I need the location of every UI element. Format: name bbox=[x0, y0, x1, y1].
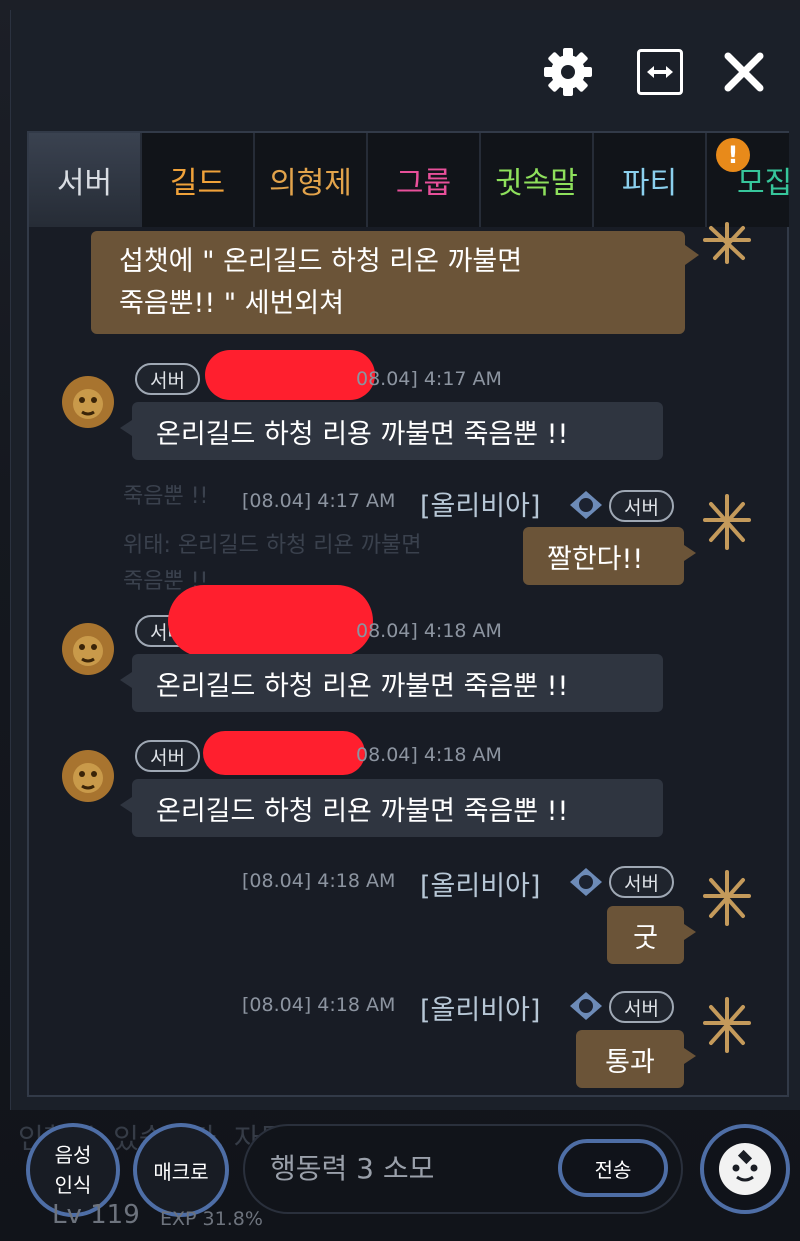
tab-guild[interactable]: 길드 bbox=[142, 133, 255, 227]
lion-avatar-icon bbox=[62, 750, 114, 802]
tab-whisper[interactable]: 귓속말 bbox=[481, 133, 594, 227]
send-button[interactable]: 전송 bbox=[558, 1139, 668, 1197]
timestamp: 08.04] 4:18 AM bbox=[356, 620, 502, 642]
sender-name: [올리비아] bbox=[420, 491, 541, 522]
tab-brotherhood[interactable]: 의형제 bbox=[255, 133, 368, 227]
chat-message: 온리길드 하청 리욘 까불면 죽음뿐 !! bbox=[120, 779, 663, 837]
tab-group[interactable]: 그룹 bbox=[368, 133, 481, 227]
chat-message: 통과 bbox=[576, 1030, 696, 1088]
class-helmet-icon bbox=[570, 868, 602, 896]
redaction-mark bbox=[205, 350, 375, 400]
faded-message: 죽음뿐 !! bbox=[123, 484, 209, 509]
alert-badge: ! bbox=[716, 138, 750, 172]
tab-server[interactable]: 서버 bbox=[29, 133, 142, 227]
tab-label: 서버 bbox=[56, 166, 113, 201]
sender-name: [올리비아] bbox=[420, 995, 541, 1026]
lion-avatar-icon bbox=[62, 376, 114, 428]
timestamp: [08.04] 4:17 AM bbox=[242, 490, 396, 512]
timestamp: [08.04] 4:18 AM bbox=[242, 994, 396, 1016]
macro-button[interactable]: 매크로 bbox=[133, 1123, 229, 1217]
class-helmet-icon bbox=[570, 992, 602, 1020]
emoji-face-icon bbox=[719, 1143, 771, 1195]
player-emblem-icon bbox=[703, 222, 751, 264]
close-button[interactable] bbox=[716, 44, 772, 100]
player-emblem-icon bbox=[703, 997, 751, 1053]
expand-horizontal-icon bbox=[637, 49, 683, 95]
tab-label: 의형제 bbox=[269, 166, 352, 201]
timestamp: [08.04] 4:18 AM bbox=[242, 870, 396, 892]
server-badge: 서버 bbox=[609, 490, 674, 522]
input-placeholder: 행동력 3 소모 bbox=[270, 1152, 435, 1185]
button-label: 매크로 bbox=[153, 1159, 209, 1184]
chat-message: 굿 bbox=[607, 906, 696, 964]
player-emblem-icon bbox=[703, 870, 751, 926]
tab-label: 그룹 bbox=[395, 166, 452, 201]
level-label: Lv 119 bbox=[52, 1200, 140, 1230]
chat-message: 온리길드 하청 리욘 까불면 죽음뿐 !! bbox=[120, 654, 663, 712]
button-label: 전송 bbox=[594, 1157, 632, 1182]
chat-message: 짤한다!! bbox=[523, 527, 696, 585]
chat-message: 온리길드 하청 리용 까불면 죽음뿐 !! bbox=[120, 402, 663, 460]
notice-line: 죽음뿐!! " 세번외쳐 bbox=[119, 288, 345, 319]
server-badge: 서버 bbox=[135, 363, 200, 395]
faded-message: 위태: 온리길드 하청 리욘 까불면 bbox=[123, 533, 422, 558]
notice-line: 섭챗에 " 온리길드 하청 리온 까불면 bbox=[119, 246, 523, 277]
button-label: 음성 bbox=[54, 1143, 92, 1167]
lion-avatar-icon bbox=[62, 623, 114, 675]
close-icon bbox=[724, 52, 764, 92]
player-emblem-icon bbox=[703, 494, 751, 550]
settings-button[interactable] bbox=[540, 44, 596, 100]
server-badge: 서버 bbox=[609, 866, 674, 898]
expand-button[interactable] bbox=[632, 44, 688, 100]
button-label: 인식 bbox=[54, 1173, 92, 1197]
notice-bubble: 섭챗에 " 온리길드 하청 리온 까불면 죽음뿐!! " 세번외쳐 bbox=[91, 231, 699, 334]
sender-name: [올리비아] bbox=[420, 871, 541, 902]
server-badge: 서버 bbox=[609, 991, 674, 1023]
tab-label: 파티 bbox=[621, 166, 678, 201]
timestamp: 08.04] 4:17 AM bbox=[356, 368, 502, 390]
class-helmet-icon bbox=[570, 491, 602, 519]
gear-icon bbox=[544, 48, 592, 96]
tab-label: 길드 bbox=[169, 166, 226, 201]
timestamp: 08.04] 4:18 AM bbox=[356, 744, 502, 766]
server-badge: 서버 bbox=[135, 740, 200, 772]
tab-label: 귓속말 bbox=[495, 166, 578, 201]
chat-tabs: 서버 길드 의형제 그룹 귓속말 파티 모집 bbox=[29, 133, 789, 227]
redaction-mark bbox=[203, 731, 365, 775]
emoji-button[interactable] bbox=[700, 1124, 790, 1214]
tab-party[interactable]: 파티 bbox=[594, 133, 707, 227]
exp-label: EXP 31.8% bbox=[160, 1208, 263, 1230]
redaction-mark bbox=[168, 585, 373, 657]
